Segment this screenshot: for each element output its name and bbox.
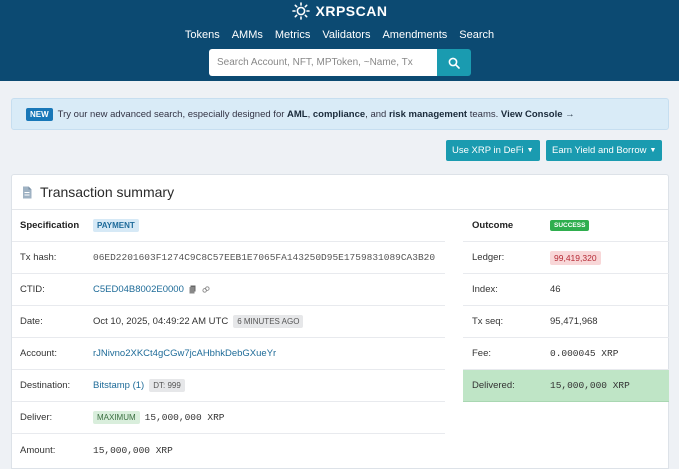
tx-hash-row: Tx hash: 06ED2201603F1274C9C8C57EEB1E706… (12, 242, 445, 274)
nav-search[interactable]: Search (459, 29, 494, 41)
search-input[interactable] (209, 49, 437, 76)
deliver-value: 15,000,000 XRP (144, 412, 225, 423)
sun-logo-icon (291, 2, 310, 20)
nav-amms[interactable]: AMMs (232, 29, 263, 41)
top-header: XRPSCAN Tokens AMMs Metrics Validators A… (0, 0, 679, 81)
outcome-row: Outcome SUCCESS (463, 210, 669, 242)
link-icon[interactable] (202, 285, 210, 294)
nav-amendments[interactable]: Amendments (382, 29, 447, 41)
specification-label: Specification (20, 220, 80, 231)
panel-title: Transaction summary (40, 184, 175, 200)
copy-icon[interactable] (189, 285, 197, 294)
ledger-link[interactable]: 99,419,320 (550, 250, 601, 265)
fee-value: 0.000045 XRP (550, 348, 619, 359)
destination-link[interactable]: Bitstamp (1) (93, 380, 144, 391)
search-button[interactable] (437, 49, 471, 76)
amount-value: 15,000,000 XRP (93, 444, 173, 456)
index-row: Index: 46 (463, 274, 669, 306)
view-console-link[interactable]: View Console → (501, 109, 575, 120)
nav-metrics[interactable]: Metrics (275, 29, 310, 41)
earn-yield-dropdown[interactable]: Earn Yield and Borrow ▼ (546, 140, 663, 161)
date-value: Oct 10, 2025, 04:49:22 AM UTC (93, 316, 229, 327)
delivered-row: Delivered: 15,000,000 XRP (463, 370, 669, 402)
maximum-badge: MAXIMUM (93, 411, 140, 424)
panel-header: Transaction summary (22, 184, 174, 200)
deliver-row: Deliver: MAXIMUM 15,000,000 XRP (12, 402, 445, 434)
advanced-search-banner: NEW Try our new advanced search, especia… (11, 98, 669, 130)
amount-row: Amount: 15,000,000 XRP (20, 444, 173, 456)
ledger-row: Ledger: 99,419,320 (463, 242, 669, 274)
ctid-link[interactable]: C5ED04B8002E0000 (93, 284, 184, 295)
account-row: Account: rJNivno2XKCt4gCGw7jcAHbhkDebGXu… (12, 338, 445, 370)
tx-seq-row: Tx seq: 95,471,968 (463, 306, 669, 338)
time-ago-badge: 6 MINUTES AGO (233, 315, 304, 328)
caret-down-icon: ▼ (526, 147, 534, 154)
index-value: 46 (550, 284, 561, 295)
fee-row: Fee: 0.000045 XRP (463, 338, 669, 370)
payment-badge: PAYMENT (93, 219, 139, 232)
new-badge: NEW (26, 107, 53, 121)
destination-tag-badge: DT: 999 (149, 379, 185, 392)
nav-tokens[interactable]: Tokens (185, 29, 220, 41)
caret-down-icon: ▼ (649, 147, 657, 154)
search-bar (209, 49, 471, 76)
tx-hash-value[interactable]: 06ED2201603F1274C9C8C57EEB1E7065FA143250… (93, 252, 435, 263)
use-xrp-defi-dropdown[interactable]: Use XRP in DeFi ▼ (446, 140, 540, 161)
outcome-label: Outcome (472, 220, 514, 231)
success-badge: SUCCESS (550, 220, 590, 231)
document-icon (23, 186, 32, 198)
delivered-value: 15,000,000 XRP (550, 380, 630, 391)
ctid-row: CTID: C5ED04B8002E0000 (12, 274, 445, 306)
tx-seq-value: 95,471,968 (550, 316, 598, 327)
brand-logo[interactable]: XRPSCAN (0, 1, 679, 21)
transaction-summary-panel: Transaction summary Specification PAYMEN… (11, 174, 669, 469)
nav-validators[interactable]: Validators (322, 29, 370, 41)
date-row: Date: Oct 10, 2025, 04:49:22 AM UTC 6 MI… (12, 306, 445, 338)
account-link[interactable]: rJNivno2XKCt4gCGw7jcAHbhkDebGXueYr (93, 348, 276, 359)
banner-text: Try our new advanced search, especially … (57, 108, 575, 120)
specification-row: Specification PAYMENT (12, 210, 445, 242)
search-icon (448, 57, 460, 69)
destination-row: Destination: Bitstamp (1) DT: 999 (12, 370, 445, 402)
main-nav: Tokens AMMs Metrics Validators Amendment… (0, 29, 679, 41)
brand-name: XRPSCAN (315, 3, 388, 19)
